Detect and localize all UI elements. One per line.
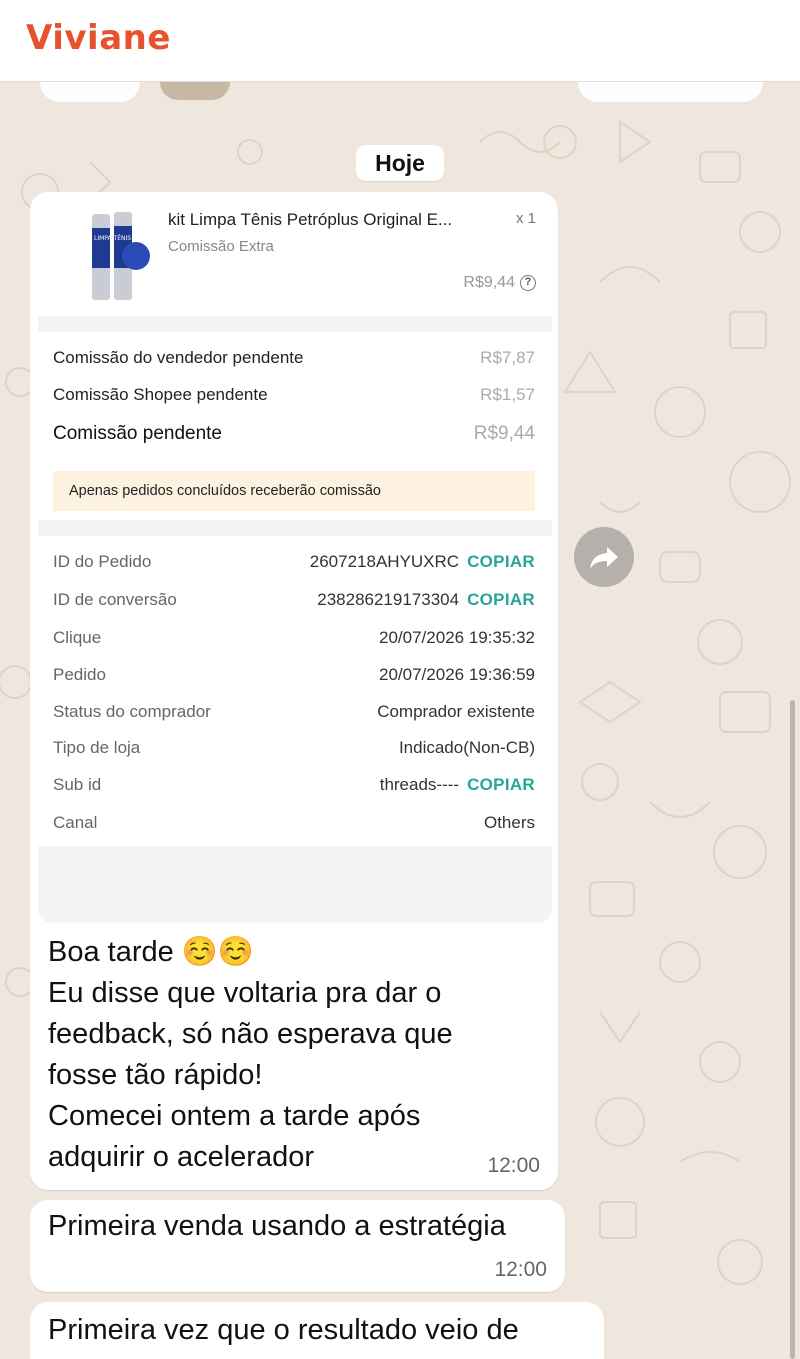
message-bubble[interactable]: Primeira vez que o resultado veio de [30,1302,604,1359]
product-image: LIMPA TÊNIS [92,212,150,300]
previous-bubble-left [40,82,140,102]
forward-arrow-icon [590,547,618,569]
detail-label: ID de conversão [53,590,177,609]
message-line: Comecei ontem a tarde após [48,1100,421,1132]
product-subtitle: Comissão Extra [168,238,274,255]
detail-value: Indicado(Non-CB) [398,738,535,757]
detail-label: Clique [53,628,102,647]
commission-notice: Apenas pedidos concluídos receberão comi… [53,471,535,511]
message-text: Primeira venda usando a estratégia [48,1206,506,1247]
detail-value: 20/07/2026 19:36:59 [379,665,535,684]
details-panel: ID do Pedido 2607218AHYUXRC COPIAR ID de … [38,536,552,846]
commission-value: R$9,44 [473,423,535,444]
detail-value: threads---- [379,775,460,794]
product-price-value: R$9,44 [463,274,515,291]
detail-value: Comprador existente [377,702,535,721]
detail-value: 2607218AHYUXRC [309,552,460,571]
detail-value: 238286219173304 [317,590,460,609]
avatar-peek [160,82,230,100]
commission-label: Comissão pendente [53,423,222,444]
message-line: Eu disse que voltaria pra dar o [48,977,442,1009]
detail-label: Pedido [53,665,106,684]
scrollbar[interactable] [790,700,795,1359]
message-line: Boa tarde ☺️☺️ [48,936,255,968]
copy-button[interactable]: COPIAR [467,775,535,795]
commission-label: Comissão do vendedor pendente [53,348,304,367]
detail-label: Sub id [53,775,102,794]
product-panel: LIMPA TÊNIS kit Limpa Tênis Petróplus Or… [38,198,552,316]
product-price: R$9,44 ? [463,274,536,292]
copy-button[interactable]: COPIAR [467,590,535,610]
message-time: 12:00 [494,1258,547,1281]
commission-value: R$7,87 [480,348,535,367]
detail-label: Canal [53,813,98,832]
commission-label: Comissão Shopee pendente [53,385,268,404]
commission-value: R$1,57 [480,385,535,404]
detail-label: ID do Pedido [53,552,152,571]
day-separator: Hoje [356,145,444,181]
detail-label: Status do comprador [53,702,211,721]
forward-button[interactable] [574,527,634,587]
message-bubble[interactable]: Primeira venda usando a estratégia 12:00 [30,1200,565,1292]
message-text: Boa tarde ☺️☺️ Eu disse que voltaria pra… [48,932,453,1178]
previous-bubble-right [578,82,763,102]
message-line: fosse tão rápido! [48,1059,263,1091]
message-time: 12:00 [487,1154,540,1177]
copy-button[interactable]: COPIAR [467,552,535,572]
message-line: Primeira vez que o resultado veio de [48,1314,519,1346]
contact-name[interactable]: Viviane [26,18,171,58]
message-line: adquirir o acelerador [48,1141,314,1173]
chat-header: Viviane [0,0,800,82]
order-card-message[interactable]: LIMPA TÊNIS kit Limpa Tênis Petróplus Or… [30,192,558,1190]
message-text: Primeira vez que o resultado veio de [48,1310,519,1351]
detail-value: Others [483,813,535,832]
product-quantity: x 1 [515,210,536,227]
message-line: feedback, só não esperava que [48,1018,453,1050]
detail-label: Tipo de loja [53,738,141,757]
product-image-label: LIMPA TÊNIS [94,234,131,242]
product-title[interactable]: kit Limpa Tênis Petróplus Original E... [168,210,452,230]
order-card: LIMPA TÊNIS kit Limpa Tênis Petróplus Or… [38,198,552,923]
question-icon[interactable]: ? [520,275,536,291]
detail-value: 20/07/2026 19:35:32 [379,628,535,647]
commission-panel: Comissão do vendedor pendente R$7,87 Com… [38,332,552,520]
message-line: Primeira venda usando a estratégia [48,1210,506,1242]
